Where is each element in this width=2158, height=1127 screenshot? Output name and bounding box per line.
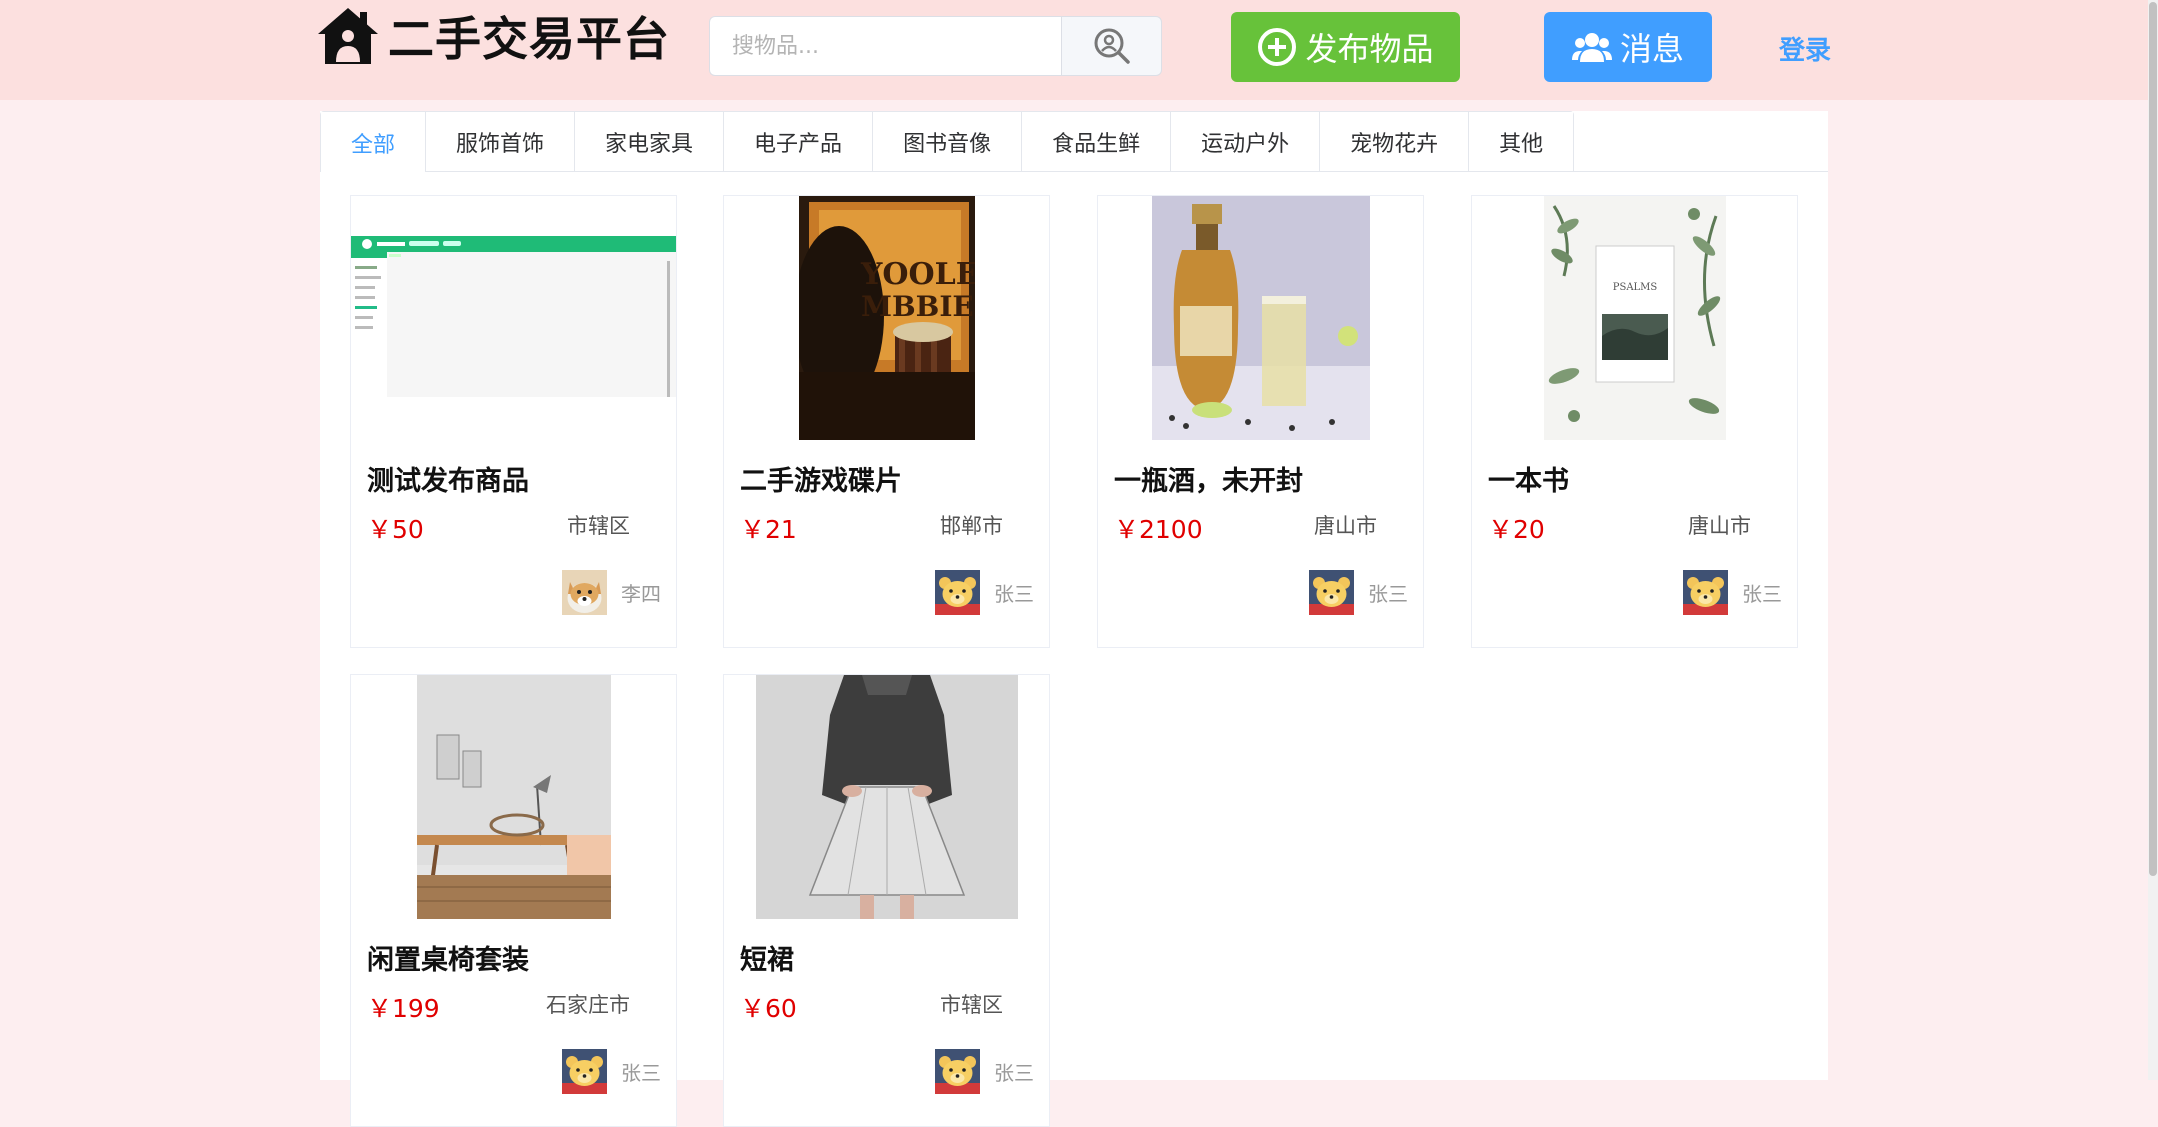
tab-sports[interactable]: 运动户外	[1170, 112, 1320, 171]
message-button[interactable]: 消息	[1544, 12, 1712, 82]
tab-other[interactable]: 其他	[1468, 112, 1574, 171]
tab-appliances[interactable]: 家电家具	[574, 112, 724, 171]
bear-avatar	[935, 1049, 980, 1094]
seller-info: 张三	[1683, 570, 1782, 615]
product-image[interactable]: YOOLE MBBIEM	[724, 196, 1049, 440]
product-price: ￥2100	[1114, 515, 1203, 544]
seller-name[interactable]: 张三	[994, 1057, 1034, 1086]
product-price: ￥60	[740, 994, 797, 1023]
product-image[interactable]	[351, 196, 676, 440]
product-title[interactable]: 一瓶酒，未开封	[1114, 459, 1303, 498]
product-location: 石家庄市	[546, 993, 630, 1017]
product-title[interactable]: 一本书	[1488, 459, 1569, 498]
tabs-divider	[320, 171, 1828, 172]
seller-info: 张三	[935, 1049, 1034, 1094]
seller-name[interactable]: 张三	[994, 578, 1034, 607]
seller-info: 张三	[562, 1049, 661, 1094]
product-title[interactable]: 测试发布商品	[367, 459, 529, 498]
product-price: ￥21	[740, 515, 797, 544]
house-icon	[318, 8, 378, 64]
users-icon	[1571, 33, 1612, 62]
message-label: 消息	[1619, 30, 1684, 68]
seller-name[interactable]: 张三	[1742, 578, 1782, 607]
product-card[interactable]: 短裙 ￥60 市辖区 张三	[723, 674, 1050, 1127]
header-bar: 二手交易平台 发布物品 消息 登录	[0, 0, 2158, 100]
product-location: 唐山市	[1314, 514, 1377, 538]
product-title[interactable]: 短裙	[740, 938, 794, 977]
seller-info: 李四	[562, 570, 661, 615]
search-button[interactable]	[1061, 16, 1162, 76]
seller-info: 张三	[935, 570, 1034, 615]
tab-food[interactable]: 食品生鲜	[1021, 112, 1171, 171]
tab-clothing[interactable]: 服饰首饰	[425, 112, 575, 171]
svg-text:YOOLE: YOOLE	[860, 257, 975, 292]
seller-name[interactable]: 张三	[621, 1057, 661, 1086]
bear-avatar	[1683, 570, 1728, 615]
site-logo[interactable]: 二手交易平台	[316, 6, 670, 66]
seller-name[interactable]: 张三	[1368, 578, 1408, 607]
publish-label: 发布物品	[1305, 30, 1434, 68]
login-link[interactable]: 登录	[1779, 30, 1831, 67]
product-location: 邯郸市	[940, 514, 1003, 538]
product-price: ￥199	[367, 994, 440, 1023]
product-title[interactable]: 二手游戏碟片	[740, 459, 902, 498]
tab-books[interactable]: 图书音像	[872, 112, 1022, 171]
seller-info: 张三	[1309, 570, 1408, 615]
tab-electronics[interactable]: 电子产品	[723, 112, 873, 171]
svg-text:PSALMS: PSALMS	[1612, 282, 1657, 293]
product-card[interactable]: 闲置桌椅套装 ￥199 石家庄市 张三	[350, 674, 677, 1127]
category-tabs: 全部 服饰首饰 家电家具 电子产品 图书音像 食品生鲜 运动户外 宠物花卉 其他	[320, 111, 1575, 173]
dog-avatar	[562, 570, 607, 615]
bear-avatar	[935, 570, 980, 615]
search-bar	[709, 16, 1162, 76]
seller-name[interactable]: 李四	[621, 578, 661, 607]
search-icon	[1094, 28, 1130, 64]
bear-avatar	[1309, 570, 1354, 615]
tab-pets-plants[interactable]: 宠物花卉	[1319, 112, 1469, 171]
tab-all[interactable]: 全部	[321, 112, 426, 173]
bear-avatar	[562, 1049, 607, 1094]
search-input[interactable]	[709, 16, 1061, 76]
svg-text:MBBIEM: MBBIEM	[861, 290, 975, 323]
product-image[interactable]	[351, 675, 676, 919]
scrollbar-thumb[interactable]	[2149, 2, 2157, 876]
product-image[interactable]	[724, 675, 1049, 919]
plus-circle-icon	[1258, 28, 1297, 66]
publish-button[interactable]: 发布物品	[1231, 12, 1460, 82]
site-title: 二手交易平台	[388, 12, 670, 66]
product-image[interactable]: PSALMS	[1472, 196, 1797, 440]
product-price: ￥20	[1488, 515, 1545, 544]
product-location: 市辖区	[567, 514, 630, 538]
product-title[interactable]: 闲置桌椅套装	[367, 938, 529, 977]
product-card[interactable]: 测试发布商品 ￥50 市辖区 李四	[350, 195, 677, 648]
product-card[interactable]: YOOLE MBBIEM 二手游戏碟片 ￥21 邯郸市	[723, 195, 1050, 648]
product-card[interactable]: PSALMS 一本书 ￥20 唐山市 张三	[1471, 195, 1798, 648]
product-location: 市辖区	[940, 993, 1003, 1017]
product-location: 唐山市	[1688, 514, 1751, 538]
product-price: ￥50	[367, 515, 424, 544]
product-image[interactable]	[1098, 196, 1423, 440]
main-content: 全部 服饰首饰 家电家具 电子产品 图书音像 食品生鲜 运动户外 宠物花卉 其他	[320, 111, 1828, 1127]
product-card[interactable]: 一瓶酒，未开封 ￥2100 唐山市 张三	[1097, 195, 1424, 648]
